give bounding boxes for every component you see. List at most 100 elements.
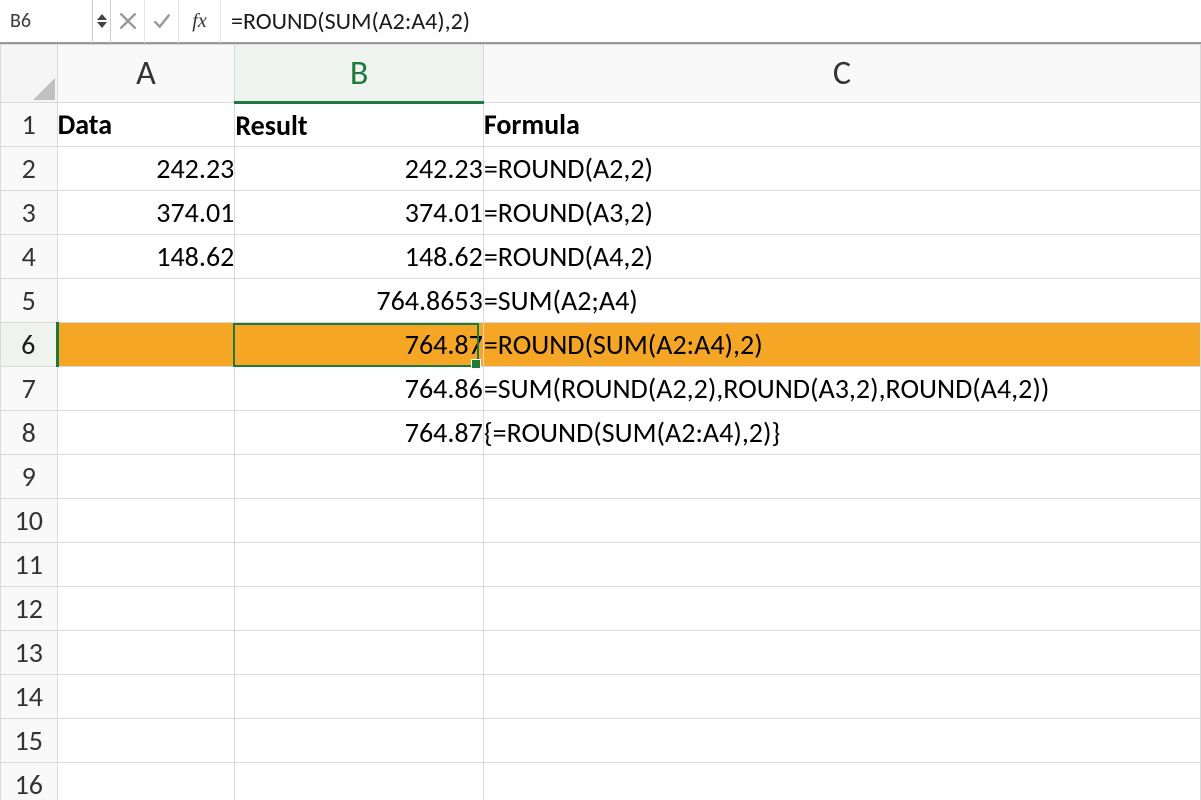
- cell-C16[interactable]: [483, 763, 1200, 800]
- row-header-15[interactable]: 15: [1, 719, 58, 763]
- cell-B9[interactable]: [235, 455, 483, 499]
- cell-value: =SUM(ROUND(A2,2),ROUND(A3,2),ROUND(A4,2)…: [484, 371, 1050, 406]
- cell-B16[interactable]: [235, 763, 483, 800]
- cell-B1[interactable]: Result: [235, 103, 483, 147]
- cell-A5[interactable]: [57, 279, 235, 323]
- cell-C15[interactable]: [483, 719, 1200, 763]
- cell-C13[interactable]: [483, 631, 1200, 675]
- cell-value: 764.87: [405, 415, 483, 450]
- cell-C12[interactable]: [483, 587, 1200, 631]
- row-header-10[interactable]: 10: [1, 499, 58, 543]
- table-row: 7 764.86=SUM(ROUND(A2,2),ROUND(A3,2),ROUN…: [1, 367, 1201, 411]
- row-header-12[interactable]: 12: [1, 587, 58, 631]
- cell-A7[interactable]: [57, 367, 235, 411]
- cell-C14[interactable]: [483, 675, 1200, 719]
- spreadsheet-grid[interactable]: A B C 1DataResultFormula2242.23242.23=RO…: [0, 44, 1201, 800]
- table-row: 5 764.8653=SUM(A2;A4): [1, 279, 1201, 323]
- insert-function-button[interactable]: fx: [179, 0, 221, 43]
- table-row: 11: [1, 543, 1201, 587]
- cell-A11[interactable]: [57, 543, 235, 587]
- select-all-corner[interactable]: [1, 45, 58, 103]
- row-header-3[interactable]: 3: [1, 191, 58, 235]
- cell-A13[interactable]: [57, 631, 235, 675]
- cell-C6[interactable]: =ROUND(SUM(A2:A4),2): [483, 323, 1200, 367]
- table-row: 14: [1, 675, 1201, 719]
- cell-C1[interactable]: Formula: [483, 103, 1200, 147]
- cell-B12[interactable]: [235, 587, 483, 631]
- row-header-14[interactable]: 14: [1, 675, 58, 719]
- row-header-4[interactable]: 4: [1, 235, 58, 279]
- cell-B3[interactable]: 374.01: [235, 191, 483, 235]
- table-row: 12: [1, 587, 1201, 631]
- row-header-2[interactable]: 2: [1, 147, 58, 191]
- cell-value: =ROUND(A2,2): [484, 151, 653, 186]
- cell-value: 148.62: [405, 239, 483, 274]
- cell-B4[interactable]: 148.62: [235, 235, 483, 279]
- cell-C7[interactable]: =SUM(ROUND(A2,2),ROUND(A3,2),ROUND(A4,2)…: [483, 367, 1200, 411]
- cell-A3[interactable]: 374.01: [57, 191, 235, 235]
- row-header-5[interactable]: 5: [1, 279, 58, 323]
- cell-value: 374.01: [156, 195, 234, 230]
- cell-C2[interactable]: =ROUND(A2,2): [483, 147, 1200, 191]
- accept-formula-button[interactable]: [145, 0, 179, 43]
- table-row: 3374.01374.01=ROUND(A3,2): [1, 191, 1201, 235]
- cell-C9[interactable]: [483, 455, 1200, 499]
- cell-B2[interactable]: 242.23: [235, 147, 483, 191]
- cell-B7[interactable]: 764.86: [235, 367, 483, 411]
- cell-A6[interactable]: [57, 323, 235, 367]
- row-header-1[interactable]: 1: [1, 103, 58, 147]
- cell-value: 148.62: [156, 239, 234, 274]
- row-header-6[interactable]: 6: [1, 323, 58, 367]
- cell-C11[interactable]: [483, 543, 1200, 587]
- cell-B13[interactable]: [235, 631, 483, 675]
- cell-B14[interactable]: [235, 675, 483, 719]
- row-header-16[interactable]: 16: [1, 763, 58, 800]
- cell-A10[interactable]: [57, 499, 235, 543]
- column-header-A[interactable]: A: [57, 45, 235, 103]
- row-header-7[interactable]: 7: [1, 367, 58, 411]
- chevron-down-icon: [97, 22, 107, 28]
- cell-C3[interactable]: =ROUND(A3,2): [483, 191, 1200, 235]
- formula-bar: B6 fx =ROUND(SUM(A2:A4),2): [0, 0, 1201, 44]
- cell-B11[interactable]: [235, 543, 483, 587]
- cell-B8[interactable]: 764.87: [235, 411, 483, 455]
- cell-A8[interactable]: [57, 411, 235, 455]
- row-header-13[interactable]: 13: [1, 631, 58, 675]
- column-header-C[interactable]: C: [483, 45, 1200, 103]
- cell-A9[interactable]: [57, 455, 235, 499]
- cell-C5[interactable]: =SUM(A2;A4): [483, 279, 1200, 323]
- cell-value: 242.23: [405, 151, 483, 186]
- formula-input[interactable]: =ROUND(SUM(A2:A4),2): [221, 0, 1201, 43]
- cell-B10[interactable]: [235, 499, 483, 543]
- cell-A1[interactable]: Data: [57, 103, 235, 147]
- cell-value: Data: [58, 107, 112, 142]
- cell-value: 764.87: [405, 327, 483, 362]
- name-box-spinner[interactable]: [93, 0, 111, 43]
- cancel-formula-button[interactable]: [111, 0, 145, 43]
- row-header-9[interactable]: 9: [1, 455, 58, 499]
- cell-A16[interactable]: [57, 763, 235, 800]
- name-box[interactable]: B6: [0, 0, 93, 43]
- cell-value: 374.01: [405, 195, 483, 230]
- cell-A4[interactable]: 148.62: [57, 235, 235, 279]
- cell-value: Result: [235, 108, 307, 143]
- cell-C4[interactable]: =ROUND(A4,2): [483, 235, 1200, 279]
- cell-A2[interactable]: 242.23: [57, 147, 235, 191]
- table-row: 10: [1, 499, 1201, 543]
- cell-B5[interactable]: 764.8653: [235, 279, 483, 323]
- cell-value: =ROUND(A4,2): [484, 239, 653, 274]
- cell-A15[interactable]: [57, 719, 235, 763]
- cell-value: =ROUND(A3,2): [484, 195, 653, 230]
- cell-value: =ROUND(SUM(A2:A4),2): [484, 327, 763, 362]
- cell-C8[interactable]: {=ROUND(SUM(A2:A4),2)}: [483, 411, 1200, 455]
- cell-B15[interactable]: [235, 719, 483, 763]
- cell-B6[interactable]: 764.87: [235, 323, 483, 367]
- cell-value: Formula: [484, 107, 580, 142]
- table-row: 16: [1, 763, 1201, 800]
- row-header-11[interactable]: 11: [1, 543, 58, 587]
- cell-A14[interactable]: [57, 675, 235, 719]
- row-header-8[interactable]: 8: [1, 411, 58, 455]
- column-header-B[interactable]: B: [235, 45, 483, 103]
- cell-C10[interactable]: [483, 499, 1200, 543]
- cell-A12[interactable]: [57, 587, 235, 631]
